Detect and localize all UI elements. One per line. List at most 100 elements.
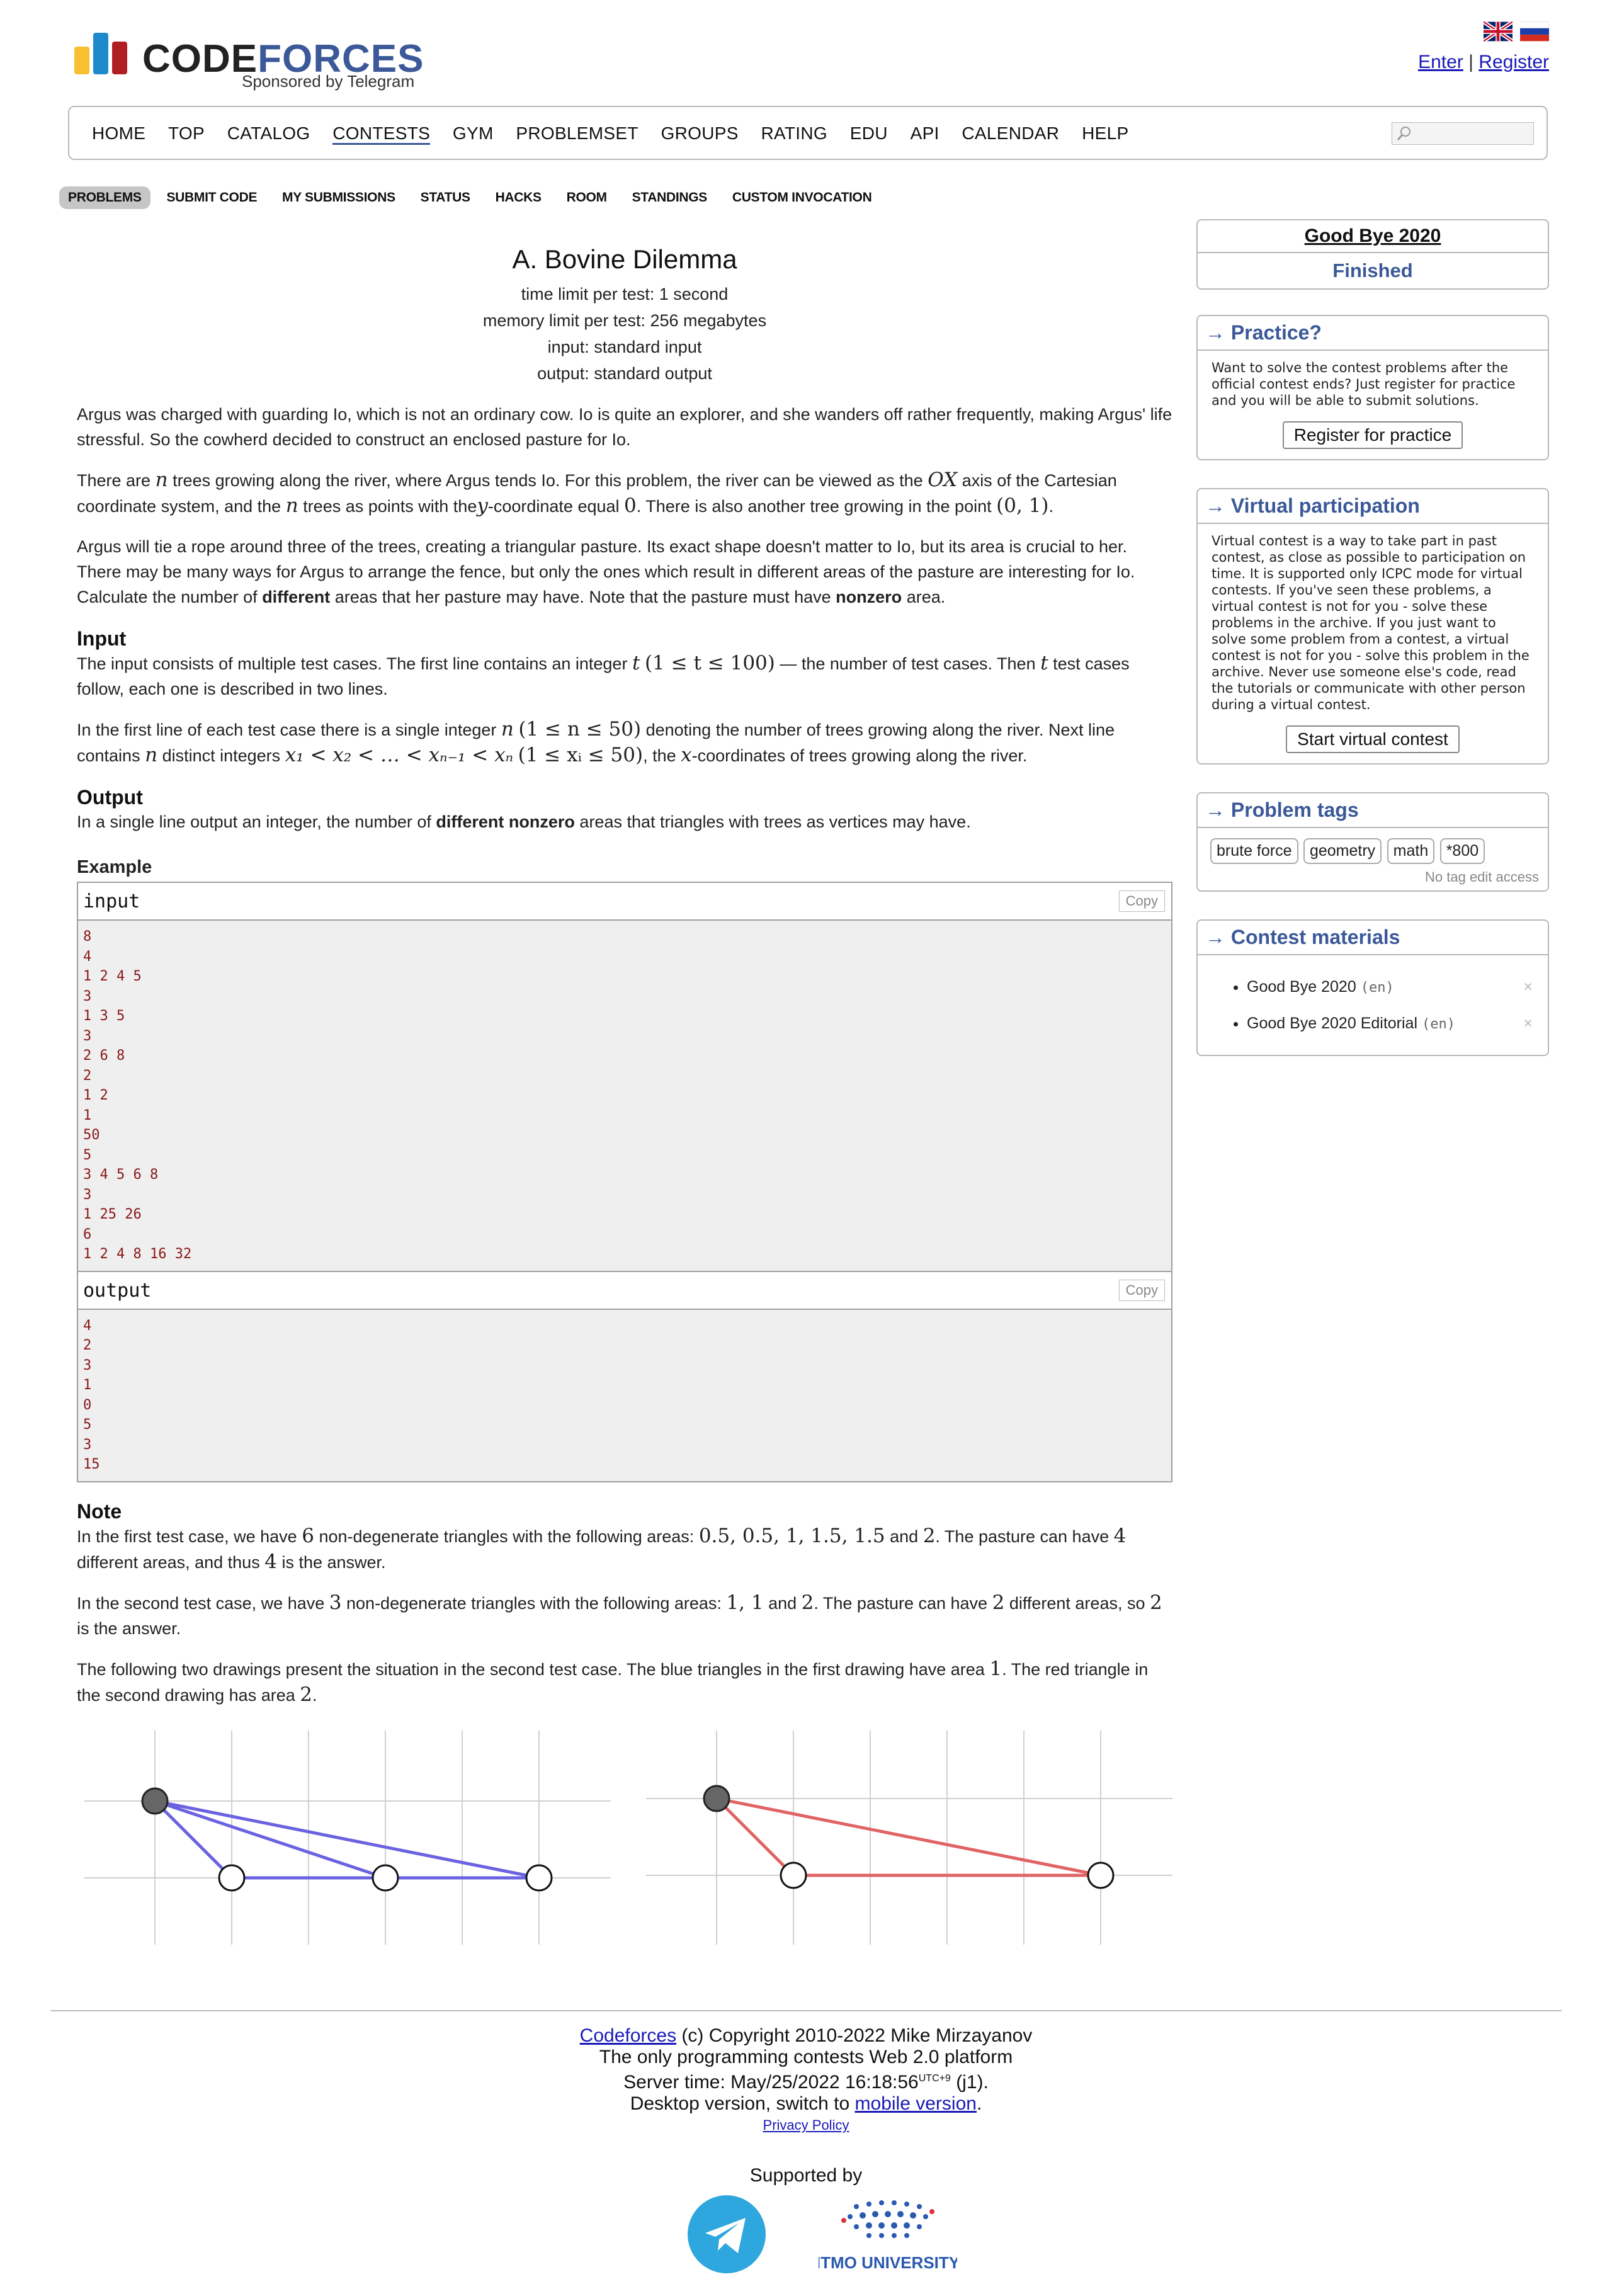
sample-input-block: 8 4 1 2 4 5 3 1 3 5 3 2 6 8 2 1 2 1 50 5 3 4 5 6 8 3 1… bbox=[78, 921, 1171, 1271]
menu-help[interactable]: HELP bbox=[1082, 123, 1128, 143]
register-practice-button[interactable]: Register for practice bbox=[1282, 421, 1463, 449]
menu-rating[interactable]: RATING bbox=[761, 123, 827, 143]
output-line: 5 bbox=[83, 1417, 92, 1433]
tab-custom-invocation[interactable]: CUSTOM INVOCATION bbox=[724, 186, 881, 209]
tags-box: → Problem tags brute force geometry math… bbox=[1196, 792, 1549, 892]
menu-catalog[interactable]: CATALOG bbox=[227, 123, 310, 143]
ru-flag-icon[interactable] bbox=[1520, 21, 1549, 42]
input-line: 6 bbox=[83, 1226, 92, 1242]
footer: Codeforces (c) Copyright 2010-2022 Mike … bbox=[50, 2010, 1562, 2283]
header: CODEFORCES Sponsored by Telegram Enter |… bbox=[0, 0, 1612, 107]
input-heading: Input bbox=[77, 627, 127, 650]
menu-calendar[interactable]: CALENDAR bbox=[962, 123, 1059, 143]
menu-top[interactable]: TOP bbox=[168, 123, 205, 143]
input-paragraph-2: In the first line of each test case ther… bbox=[77, 718, 1115, 766]
menu-contests[interactable]: CONTESTS bbox=[332, 123, 431, 145]
copy-input-button[interactable]: Copy bbox=[1118, 890, 1165, 912]
mobile-version-link[interactable]: mobile version bbox=[855, 2093, 977, 2114]
main-menu: HOME TOP CATALOG CONTESTS GYM PROBLEMSET… bbox=[68, 106, 1548, 160]
material-item[interactable]: Good Bye 2020 Editorial (en) × bbox=[1247, 1006, 1548, 1042]
search-input[interactable] bbox=[1392, 122, 1534, 145]
menu-edu[interactable]: EDU bbox=[850, 123, 888, 143]
menu-gym[interactable]: GYM bbox=[453, 123, 494, 143]
virtual-title: → Virtual participation bbox=[1198, 489, 1548, 524]
telegram-logo-icon[interactable] bbox=[688, 2195, 766, 2273]
footer-codeforces-link[interactable]: Codeforces bbox=[580, 2025, 676, 2046]
material-item[interactable]: Good Bye 2020 (en) × bbox=[1247, 969, 1548, 1006]
input-line: 1 2 4 5 bbox=[83, 969, 142, 984]
input-line: 8 bbox=[83, 929, 92, 945]
input-line: 3 4 5 6 8 bbox=[83, 1167, 159, 1183]
legend-paragraph-3: Argus will tie a rope around three of th… bbox=[77, 537, 1135, 606]
tab-hacks[interactable]: HACKS bbox=[487, 186, 550, 209]
legend-paragraph-2: There are n trees growing along the rive… bbox=[77, 469, 1117, 517]
time-limit: time limit per test: 1 second bbox=[521, 285, 729, 304]
input-paragraph-1: The input consists of multiple test case… bbox=[77, 652, 1130, 698]
close-icon[interactable]: × bbox=[1523, 969, 1533, 1004]
menu-home[interactable]: HOME bbox=[92, 123, 145, 143]
note-paragraph-3: The following two drawings present the s… bbox=[77, 1657, 1149, 1706]
tab-submit-code[interactable]: SUBMIT CODE bbox=[157, 186, 266, 209]
menu-groups[interactable]: GROUPS bbox=[661, 123, 739, 143]
codeforces-logo[interactable]: CODEFORCES Sponsored by Telegram bbox=[74, 30, 427, 99]
supported-by: Supported by bbox=[749, 2165, 863, 2186]
input-type: input: standard input bbox=[547, 338, 702, 356]
menu-problemset[interactable]: PROBLEMSET bbox=[516, 123, 638, 143]
menu-api[interactable]: API bbox=[911, 123, 939, 143]
input-line: 1 3 5 bbox=[83, 1008, 125, 1024]
tag-brute-force[interactable]: brute force bbox=[1210, 838, 1298, 864]
contest-subtabs: PROBLEMS SUBMIT CODE MY SUBMISSIONS STAT… bbox=[59, 186, 884, 209]
register-link[interactable]: Register bbox=[1479, 52, 1549, 72]
sample-output-block: 4 2 3 1 0 5 3 15 bbox=[78, 1309, 1171, 1481]
contest-name-link[interactable]: Good Bye 2020 bbox=[1198, 220, 1548, 253]
tab-status[interactable]: STATUS bbox=[412, 186, 479, 209]
output-paragraph: In a single line output an integer, the … bbox=[77, 812, 971, 831]
input-line: 1 25 26 bbox=[83, 1207, 142, 1222]
output-line: 15 bbox=[83, 1457, 100, 1472]
enter-link[interactable]: Enter bbox=[1418, 52, 1463, 72]
output-line: 1 bbox=[83, 1377, 92, 1393]
copy-output-button[interactable]: Copy bbox=[1118, 1279, 1165, 1301]
privacy-policy-link[interactable]: Privacy Policy bbox=[763, 2117, 849, 2133]
logo-sponsor: Sponsored by Telegram bbox=[242, 72, 415, 91]
input-line: 4 bbox=[83, 948, 92, 965]
tag-math[interactable]: math bbox=[1387, 838, 1435, 864]
virtual-text: Virtual contest is a way to take part in… bbox=[1212, 533, 1530, 712]
memory-limit: memory limit per test: 256 megabytes bbox=[482, 311, 767, 330]
search-icon bbox=[1397, 127, 1410, 140]
output-line: 4 bbox=[83, 1317, 92, 1334]
input-line: 3 bbox=[83, 1028, 92, 1044]
input-line: 1 2 4 8 16 32 bbox=[83, 1246, 192, 1262]
tag-difficulty[interactable]: *800 bbox=[1439, 838, 1485, 864]
uk-flag-icon[interactable] bbox=[1483, 21, 1513, 42]
tab-my-submissions[interactable]: MY SUBMISSIONS bbox=[273, 186, 404, 209]
logo-bars-icon bbox=[74, 30, 144, 74]
output-line: 3 bbox=[83, 1436, 92, 1453]
note-paragraph-2: In the second test case, we have 3 non-d… bbox=[77, 1591, 1162, 1638]
tab-room[interactable]: ROOM bbox=[558, 186, 616, 209]
auth-links: Enter | Register bbox=[1418, 52, 1549, 73]
start-virtual-button[interactable]: Start virtual contest bbox=[1286, 725, 1460, 753]
input-line: 3 bbox=[83, 1186, 92, 1203]
tag-geometry[interactable]: geometry bbox=[1303, 838, 1382, 864]
itmo-logo-icon[interactable]: ITMO UNIVERSITY bbox=[819, 2195, 957, 2277]
tag-note: No tag edit access bbox=[1425, 869, 1539, 885]
tab-standings[interactable]: STANDINGS bbox=[623, 186, 716, 209]
problem-title: A. Bovine Dilemma bbox=[512, 244, 737, 274]
sample-output-label: output bbox=[83, 1279, 152, 1302]
input-line: 2 bbox=[83, 1067, 92, 1084]
close-icon[interactable]: × bbox=[1523, 1006, 1533, 1041]
example-heading: Example bbox=[77, 857, 152, 877]
output-line: 3 bbox=[83, 1357, 92, 1373]
itmo-label: ITMO UNIVERSITY bbox=[819, 2253, 957, 2272]
input-line: 2 6 8 bbox=[83, 1048, 125, 1064]
input-line: 3 bbox=[83, 988, 92, 1004]
auth-separator: | bbox=[1468, 52, 1473, 72]
sidebar: Good Bye 2020 Finished → Practice? Want … bbox=[1196, 219, 1549, 1084]
input-line: 5 bbox=[83, 1147, 92, 1163]
legend-paragraph-1: Argus was charged with guarding Io, whic… bbox=[77, 405, 1172, 449]
virtual-box: → Virtual participation Virtual contest … bbox=[1196, 488, 1549, 764]
note-heading: Note bbox=[77, 1499, 122, 1523]
tab-problems[interactable]: PROBLEMS bbox=[59, 186, 150, 209]
materials-title: → Contest materials bbox=[1198, 921, 1548, 955]
